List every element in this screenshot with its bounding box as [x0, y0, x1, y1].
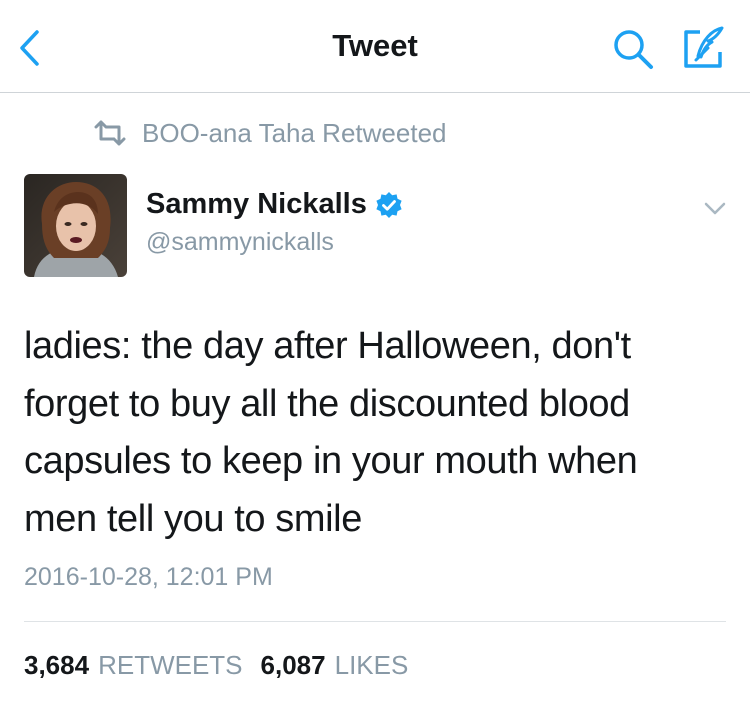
top-navigation-bar: Tweet [0, 0, 750, 93]
tweet-options-button[interactable] [700, 196, 730, 220]
avatar-photo [24, 174, 127, 277]
compose-tweet-button[interactable] [678, 22, 730, 74]
chevron-down-icon [704, 202, 726, 215]
avatar[interactable] [24, 174, 127, 277]
tweet-text-line: men tell you to smile [24, 497, 362, 540]
verified-badge-icon [376, 191, 402, 218]
divider [24, 621, 726, 622]
tweet-timestamp: 2016-10-28, 12:01 PM [24, 563, 273, 591]
retweets-count: 3,684 [24, 650, 90, 680]
compose-icon [684, 26, 724, 68]
author-handle[interactable]: @sammynickalls [146, 228, 334, 257]
likes-label: LIKES [334, 650, 409, 680]
likes-stat[interactable]: 6,087 LIKES [261, 650, 427, 681]
tweet-text-line: capsules to keep in your mouth when [24, 440, 638, 482]
tweet-text-line: ladies: the day after Halloween, don't [24, 325, 631, 367]
search-button[interactable] [608, 24, 658, 74]
tweet-stats: 3,684 RETWEETS 6,087 LIKES [24, 650, 426, 681]
retweets-stat[interactable]: 3,684 RETWEETS [24, 650, 261, 681]
likes-count: 6,087 [260, 650, 326, 680]
tweet-text-line: forget to buy all the discounted blood [24, 382, 630, 425]
author-name: Sammy Nickalls [146, 188, 367, 220]
retweet-icon [94, 120, 126, 146]
retweeted-by-context[interactable]: BOO-ana Taha Retweeted [92, 116, 446, 150]
retweeted-by-label: BOO-ana Taha Retweeted [142, 117, 447, 148]
tweet-text: ladies: the day after Halloween, don't f… [24, 318, 724, 548]
author-name-row[interactable]: Sammy Nickalls [146, 188, 403, 221]
search-icon [614, 30, 653, 69]
retweets-label: RETWEETS [98, 650, 243, 680]
